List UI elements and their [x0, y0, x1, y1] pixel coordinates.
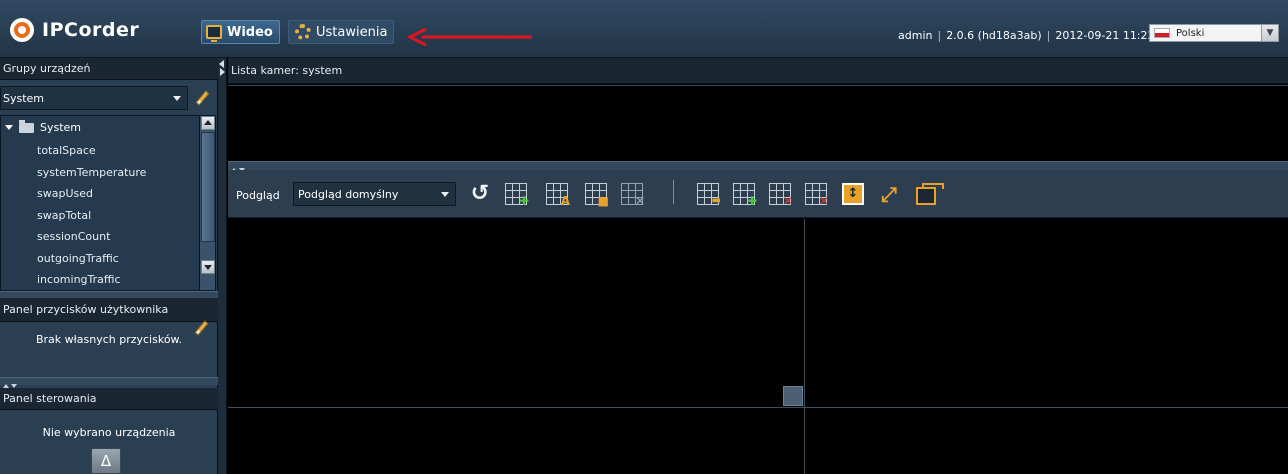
gear-icon	[295, 24, 311, 40]
expand-caret-icon[interactable]	[5, 125, 13, 130]
group-select[interactable]: System	[0, 86, 188, 110]
nav-tab-wideo[interactable]: Wideo	[201, 20, 280, 44]
add-view-icon[interactable]: ✚	[505, 183, 529, 207]
language-select[interactable]: Polski ▼	[1149, 24, 1279, 42]
group-select-value: System	[3, 91, 45, 105]
no-buttons-text: Brak własnych przycisków.	[35, 333, 183, 346]
tree-item[interactable]: outgoingTraffic	[37, 252, 119, 265]
logo-icon	[10, 18, 34, 42]
video-grid	[228, 219, 1288, 474]
tree-scrollbar[interactable]	[199, 116, 215, 290]
device-tree: System totalSpace systemTemperature swap…	[0, 115, 216, 291]
camera-list-title: Lista kamer: system	[228, 58, 1288, 84]
tv-icon	[206, 25, 222, 42]
chevron-down-icon	[441, 191, 449, 197]
app-logo: IPCorder	[10, 16, 200, 44]
save-view-icon[interactable]: ■	[585, 183, 609, 207]
separator: |	[1046, 28, 1051, 42]
edit-group-pencil-icon[interactable]	[193, 89, 211, 107]
tree-root-label: System	[40, 121, 82, 134]
buttons-collapse-bar[interactable]	[0, 377, 218, 388]
ptz-up-button[interactable]: Δ	[91, 448, 121, 474]
scroll-thumb[interactable]	[201, 132, 215, 242]
tree-item[interactable]: systemTemperature	[37, 166, 146, 179]
remove-row-icon[interactable]: ✕	[769, 183, 793, 207]
new-window-icon[interactable]	[916, 183, 944, 205]
tree-item[interactable]: swapUsed	[37, 187, 93, 200]
version: 2.0.6 (hd18a3ab)	[946, 28, 1042, 42]
fullscreen-icon[interactable]: ⤢	[878, 183, 900, 205]
groups-panel-title: Grupy urządzeń	[0, 58, 218, 80]
panel-splitter[interactable]	[218, 58, 227, 474]
rename-view-icon[interactable]: A	[546, 183, 570, 207]
toolbar-separator	[673, 180, 674, 204]
view-label: Podgląd	[236, 189, 280, 202]
tree-root-system[interactable]: System	[5, 119, 82, 134]
chevron-down-icon	[173, 95, 181, 101]
logo-text: IPCorder	[42, 19, 140, 41]
camera-list-collapse-bar[interactable]	[228, 161, 1288, 172]
collapse-left-icon[interactable]	[219, 60, 224, 68]
camera-list	[228, 85, 1288, 161]
chevron-down-icon[interactable]: ▼	[1261, 25, 1278, 41]
separator: |	[937, 28, 942, 42]
username: admin	[898, 28, 933, 42]
language-value: Polski	[1176, 27, 1205, 39]
annotation-arrow	[406, 27, 532, 47]
refresh-icon[interactable]: ↺	[469, 183, 491, 205]
user-info: admin | 2.0.6 (hd18a3ab) | 2012-09-21 11…	[898, 27, 1172, 43]
tree-item[interactable]: sessionCount	[37, 230, 110, 243]
no-device-text: Nie wybrano urządzenia	[42, 426, 176, 439]
delete-view-icon[interactable]: ✕	[621, 183, 645, 207]
nav-tab-ustawienia[interactable]: Ustawienia	[288, 20, 395, 44]
scroll-down-icon[interactable]	[201, 260, 215, 274]
grid-divider-horizontal	[228, 407, 1288, 408]
fit-vertical-icon[interactable]: ↕	[842, 183, 864, 205]
remove-column-icon[interactable]: ✕	[805, 183, 829, 207]
view-select[interactable]: Podgląd domyślny	[293, 182, 456, 206]
folder-icon	[19, 119, 34, 133]
view-select-value: Podgląd domyślny	[298, 187, 399, 201]
nav-tab-ustawienia-label: Ustawienia	[316, 24, 388, 40]
tree-collapse-bar[interactable]	[0, 291, 218, 302]
tree-item[interactable]: swapTotal	[37, 209, 91, 222]
user-buttons-panel-title: Panel przycisków użytkownika	[0, 298, 218, 322]
control-panel-title: Panel sterowania	[0, 388, 218, 410]
tree-item[interactable]: incomingTraffic	[37, 273, 121, 289]
scroll-up-icon[interactable]	[201, 116, 215, 130]
add-row-icon[interactable]: ▬	[697, 183, 721, 206]
video-cell-button[interactable]	[783, 386, 803, 406]
grid-divider-vertical	[804, 219, 805, 474]
add-column-icon[interactable]: ✚	[733, 183, 757, 207]
tree-item[interactable]: totalSpace	[37, 144, 96, 157]
nav-tab-wideo-label: Wideo	[227, 24, 273, 40]
poland-flag-icon	[1154, 28, 1170, 38]
expand-right-icon[interactable]	[220, 68, 225, 76]
